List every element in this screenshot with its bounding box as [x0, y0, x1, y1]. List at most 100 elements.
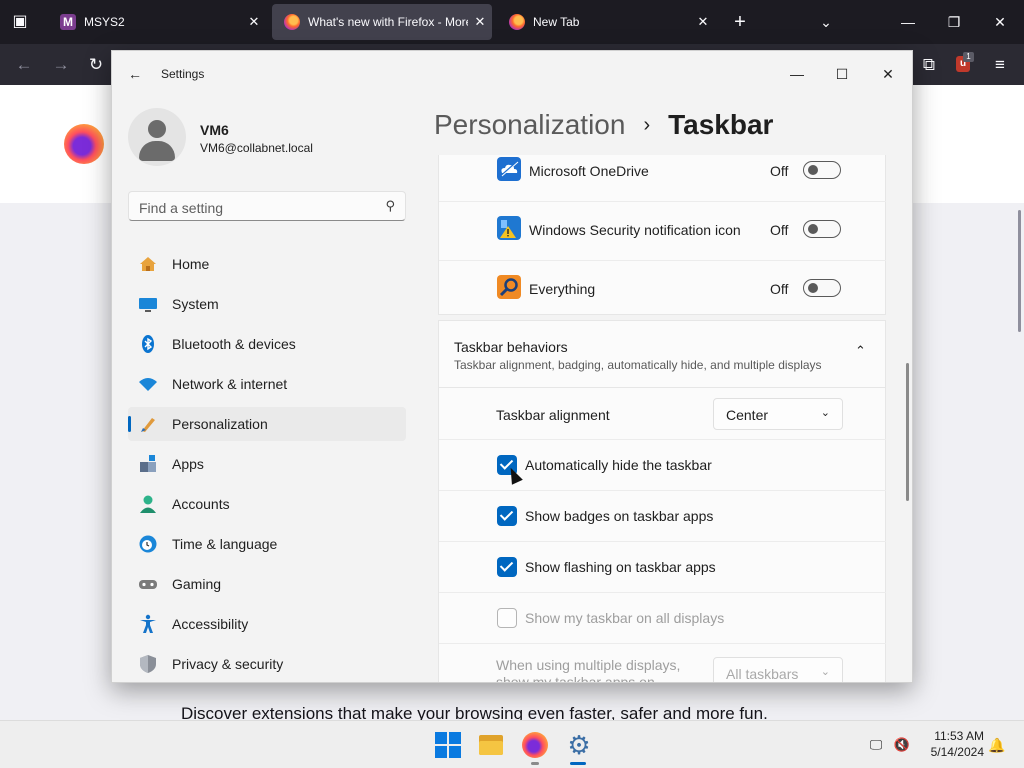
all-displays-checkbox[interactable]	[497, 608, 517, 628]
windows-start-icon[interactable]	[435, 732, 461, 758]
avatar[interactable]	[128, 108, 186, 166]
sidebar-item-accessibility[interactable]: Accessibility	[128, 607, 406, 641]
dropdown-value: All taskbars	[726, 666, 799, 682]
new-tab-plus-icon[interactable]: +	[728, 12, 752, 32]
minimize-icon[interactable]: —	[782, 59, 812, 89]
system-display-icon	[138, 294, 158, 314]
breadcrumb-chevron-icon: ›	[643, 114, 651, 136]
toggle-state-label: Off	[770, 163, 789, 179]
gamepad-icon	[138, 574, 158, 594]
tray-app-label: Microsoft OneDrive	[529, 163, 649, 179]
windows-security-toggle[interactable]	[803, 220, 841, 238]
sidebar-item-time-language[interactable]: Time & language	[128, 527, 406, 561]
extension-ublock-icon[interactable]: u 1	[954, 52, 974, 74]
sidebar-item-personalization[interactable]: Personalization	[128, 407, 406, 441]
sidebar-item-label: System	[172, 296, 219, 312]
show-flashing-checkbox[interactable]	[497, 557, 517, 577]
sidebar-item-accounts[interactable]: Accounts	[128, 487, 406, 521]
sidebar-item-system[interactable]: System	[128, 287, 406, 321]
checkbox-label: Show flashing on taskbar apps	[525, 559, 716, 575]
network-monitor-icon[interactable]: 🖵	[867, 736, 885, 754]
search-icon[interactable]: ⚲	[385, 198, 395, 214]
chevron-up-icon[interactable]: ⌃	[855, 343, 866, 359]
sidebar-item-label: Network & internet	[172, 376, 288, 392]
firefox-logo-icon	[64, 124, 104, 164]
close-tab-icon[interactable]: ✕	[242, 14, 266, 30]
window-title: Settings	[161, 67, 205, 81]
sidebar-item-home[interactable]: Home	[128, 247, 406, 281]
msys2-logo-icon: M	[60, 14, 76, 30]
alignment-label: Taskbar alignment	[496, 407, 610, 423]
extensions-puzzle-icon[interactable]: ⧉	[917, 54, 941, 76]
minimize-icon[interactable]: —	[896, 10, 920, 34]
toggle-knob	[808, 283, 818, 293]
selection-indicator	[128, 416, 131, 432]
browser-tab-new-tab[interactable]: New Tab ✕	[497, 4, 715, 40]
forward-arrow-icon[interactable]: →	[49, 54, 73, 76]
sidebar-item-network[interactable]: Network & internet	[128, 367, 406, 401]
sidebar-item-label: Personalization	[172, 416, 268, 432]
divider	[439, 592, 886, 593]
restore-icon[interactable]: ❐	[942, 10, 966, 34]
settings-scrollbar[interactable]	[906, 363, 909, 501]
date-text: 5/14/2024	[930, 745, 984, 759]
close-tab-icon[interactable]: ✕	[691, 14, 715, 30]
alignment-dropdown[interactable]: Center ⌄	[713, 398, 843, 430]
firefox-view-icon[interactable]: ▣	[10, 12, 30, 32]
clock-globe-icon	[138, 534, 158, 554]
clock[interactable]: 11:53 AM 5/14/2024	[924, 728, 984, 760]
onedrive-toggle[interactable]	[803, 161, 841, 179]
breadcrumb: Personalization › Taskbar	[434, 107, 773, 143]
settings-window: ← Settings — ☐ ✕ VM6 VM6@collabnet.local…	[111, 50, 913, 683]
list-all-tabs-chevron-icon[interactable]: ⌄	[815, 12, 837, 32]
browser-tab-msys2[interactable]: M MSYS2 ✕	[48, 4, 266, 40]
firefox-icon	[509, 14, 525, 30]
close-window-icon[interactable]: ✕	[873, 59, 903, 89]
show-badges-checkbox[interactable]	[497, 506, 517, 526]
sidebar-item-label: Apps	[172, 456, 204, 472]
search-placeholder: Find a setting	[139, 200, 224, 216]
everything-toggle[interactable]	[803, 279, 841, 297]
checkbox-label: Show badges on taskbar apps	[525, 508, 714, 524]
accessibility-icon	[138, 614, 158, 634]
app-menu-hamburger-icon[interactable]: ≡	[988, 54, 1012, 76]
avatar-body	[139, 141, 175, 161]
sidebar-item-privacy-security[interactable]: Privacy & security	[128, 647, 406, 681]
checkbox-label: Show my taskbar on all displays	[525, 610, 725, 626]
divider	[439, 260, 886, 261]
file-explorer-icon[interactable]	[478, 732, 504, 758]
sidebar-item-bluetooth[interactable]: Bluetooth & devices	[128, 327, 406, 361]
browser-tab-whats-new[interactable]: What's new with Firefox - More ✕	[272, 4, 492, 40]
apps-icon	[138, 454, 158, 474]
toggle-state-label: Off	[770, 281, 789, 297]
user-email: VM6@collabnet.local	[200, 141, 313, 155]
maximize-icon[interactable]: ☐	[827, 59, 857, 89]
tab-title: MSYS2	[84, 15, 125, 29]
sidebar-item-apps[interactable]: Apps	[128, 447, 406, 481]
tab-title: New Tab	[533, 15, 580, 29]
reload-icon[interactable]: ↻	[84, 54, 108, 76]
page-scrollbar[interactable]	[1018, 210, 1021, 332]
page-title: Taskbar	[668, 109, 774, 140]
user-name: VM6	[200, 122, 229, 138]
sidebar-item-label: Home	[172, 256, 210, 272]
multi-display-dropdown[interactable]: All taskbars ⌄	[713, 657, 843, 682]
back-arrow-icon[interactable]: ←	[126, 65, 144, 83]
back-arrow-icon[interactable]: ←	[12, 54, 36, 76]
extension-badge-count: 1	[963, 52, 974, 62]
tab-title: What's new with Firefox - More	[308, 15, 468, 29]
sidebar-item-label: Accessibility	[172, 616, 249, 632]
notification-bell-icon[interactable]: 🔔	[988, 736, 1005, 754]
settings-gear-icon[interactable]: ⚙	[566, 732, 592, 758]
divider	[439, 541, 886, 542]
breadcrumb-parent[interactable]: Personalization	[434, 109, 625, 140]
taskbar-behaviors-header[interactable]: Taskbar behaviors Taskbar alignment, bad…	[438, 320, 886, 388]
settings-content: Microsoft OneDrive Off Windows Security …	[438, 155, 886, 682]
volume-muted-icon[interactable]: 🔇	[893, 736, 911, 754]
search-input[interactable]: Find a setting ⚲	[128, 191, 406, 221]
close-window-icon[interactable]: ✕	[988, 10, 1012, 34]
firefox-icon[interactable]	[522, 732, 548, 758]
shield-icon	[138, 654, 158, 674]
close-tab-icon[interactable]: ✕	[468, 14, 492, 30]
sidebar-item-gaming[interactable]: Gaming	[128, 567, 406, 601]
